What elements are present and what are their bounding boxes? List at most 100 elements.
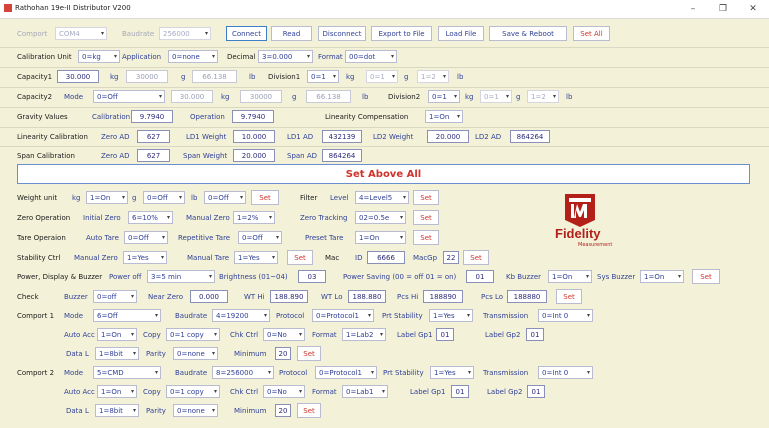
c2-min-field[interactable]: 20	[275, 404, 291, 417]
maximize-icon[interactable]: ❐	[711, 2, 735, 16]
comport-select[interactable]: COM4 ▾	[55, 27, 107, 40]
disconnect-button[interactable]: Disconnect	[318, 26, 366, 41]
c2-mode-select[interactable]: 5=CMD ▾	[93, 366, 161, 379]
division1-kg-select[interactable]: 0=1 ▾	[307, 70, 339, 83]
sys-buzzer-select[interactable]: 1=On ▾	[640, 270, 684, 283]
wt-lo-field[interactable]: 188.880	[348, 290, 386, 303]
tare-set-button[interactable]: Set	[413, 230, 439, 245]
capacity1-kg-field[interactable]: 30.000	[57, 70, 99, 83]
load-file-button[interactable]: Load File	[438, 26, 484, 41]
application-select[interactable]: 0=none ▾	[168, 50, 218, 63]
baud-select[interactable]: 256000 ▾	[159, 27, 211, 40]
capacity2-kg-field[interactable]: 30.000	[171, 90, 213, 103]
ld2-weight-field[interactable]: 20.000	[427, 130, 469, 143]
c1-baud-select[interactable]: 4=19200 ▾	[212, 309, 270, 322]
span-ad-field[interactable]: 864264	[322, 149, 362, 162]
macgp-field[interactable]: 22	[443, 251, 459, 264]
gravity-op-field[interactable]: 9.7940	[232, 110, 274, 123]
division2-g-select[interactable]: 0=1 ▾	[480, 90, 512, 103]
filter-level-select[interactable]: 4=Level5 ▾	[355, 191, 409, 204]
rep-tare-select[interactable]: 0=Off ▾	[238, 231, 282, 244]
c2-protocol-select[interactable]: 0=Protocol1 ▾	[315, 366, 377, 379]
c2-datal-select[interactable]: 1=8bit ▾	[95, 404, 139, 417]
c1-parity-select[interactable]: 0=none ▾	[173, 347, 218, 360]
weight-unit-set-button[interactable]: Set	[251, 190, 279, 205]
weight-lb-select[interactable]: 0=Off ▾	[204, 191, 246, 204]
check-buzzer-select[interactable]: 0=off ▾	[93, 290, 137, 303]
ld1-ad-field[interactable]: 432139	[322, 130, 362, 143]
c1-set-button[interactable]: Set	[297, 346, 321, 361]
zero-tracking-select[interactable]: 02=0.5e ▾	[355, 211, 406, 224]
decimal-select[interactable]: 3=0.000 ▾	[258, 50, 313, 63]
export-button[interactable]: Export to File	[371, 26, 432, 41]
capacity2-lb-field[interactable]: 66.138	[306, 90, 351, 103]
c1-prt-select[interactable]: 1=Yes ▾	[429, 309, 473, 322]
division2-kg-select[interactable]: 0=1 ▾	[428, 90, 460, 103]
mac-set-button[interactable]: Set	[463, 250, 489, 265]
stab-manual-zero-select[interactable]: 1=Yes ▾	[123, 251, 167, 264]
power-off-select[interactable]: 3=5 min ▾	[147, 270, 215, 283]
c2-trans-select[interactable]: 0=Int 0 ▾	[538, 366, 593, 379]
c2-chk-select[interactable]: 0=No ▾	[263, 385, 305, 398]
check-set-button[interactable]: Set	[556, 289, 582, 304]
gravity-cal-field[interactable]: 9.7940	[131, 110, 173, 123]
cal-unit-select[interactable]: 0=kg ▾	[78, 50, 120, 63]
c1-min-field[interactable]: 20	[275, 347, 291, 360]
set-above-all-button[interactable]: Set Above All	[17, 164, 750, 184]
capacity2-g-field[interactable]: 30000	[240, 90, 282, 103]
c1-chk-select[interactable]: 0=No ▾	[263, 328, 305, 341]
pcs-hi-field[interactable]: 188890	[423, 290, 463, 303]
c2-set-button[interactable]: Set	[297, 403, 321, 418]
minimize-icon[interactable]: –	[681, 2, 705, 16]
initial-zero-select[interactable]: 6=10% ▾	[128, 211, 173, 224]
lin-comp-select[interactable]: 1=On ▾	[425, 110, 463, 123]
c2-gp1-field[interactable]: 01	[451, 385, 469, 398]
c1-format-select[interactable]: 1=Lab2 ▾	[342, 328, 386, 341]
division1-g-select[interactable]: 0=1 ▾	[366, 70, 398, 83]
stab-manual-tare-select[interactable]: 1=Yes ▾	[234, 251, 278, 264]
power-set-button[interactable]: Set	[692, 269, 720, 284]
pcs-lo-field[interactable]: 188880	[507, 290, 547, 303]
division2-lb-select[interactable]: 1=2 ▾	[527, 90, 559, 103]
brightness-field[interactable]: 03	[298, 270, 326, 283]
c2-format-select[interactable]: 0=Lab1 ▾	[342, 385, 388, 398]
read-button[interactable]: Read	[271, 26, 312, 41]
save-reboot-button[interactable]: Save & Reboot	[489, 26, 567, 41]
span-zero-field[interactable]: 627	[137, 149, 170, 162]
set-all-button[interactable]: Set All	[573, 26, 610, 41]
auto-tare-select[interactable]: 0=Off ▾	[124, 231, 168, 244]
capacity1-g-field[interactable]: 30000	[126, 70, 168, 83]
c2-baud-select[interactable]: 8=256000 ▾	[212, 366, 274, 379]
connect-button[interactable]: Connect	[226, 26, 267, 41]
weight-kg-select[interactable]: 1=On ▾	[86, 191, 128, 204]
division1-lb-select[interactable]: 1=2 ▾	[417, 70, 449, 83]
stability-set-button[interactable]: Set	[287, 250, 313, 265]
c1-gp2-field[interactable]: 01	[526, 328, 544, 341]
zero-op-set-button[interactable]: Set	[413, 210, 439, 225]
near-zero-field[interactable]: 0.000	[190, 290, 228, 303]
format-select[interactable]: 00=dot ▾	[345, 50, 397, 63]
ld2-ad-field[interactable]: 864264	[510, 130, 550, 143]
preset-tare-select[interactable]: 1=On ▾	[355, 231, 406, 244]
c2-parity-select[interactable]: 0=none ▾	[173, 404, 218, 417]
c1-datal-select[interactable]: 1=8bit ▾	[95, 347, 139, 360]
c2-autoacc-select[interactable]: 1=On ▾	[97, 385, 137, 398]
c1-trans-select[interactable]: 0=Int 0 ▾	[538, 309, 593, 322]
c2-copy-select[interactable]: 0=1 copy ▾	[166, 385, 220, 398]
capacity1-lb-field[interactable]: 66.138	[192, 70, 237, 83]
c2-prt-select[interactable]: 1=Yes ▾	[430, 366, 474, 379]
c1-autoacc-select[interactable]: 1=On ▾	[97, 328, 137, 341]
manual-zero-select[interactable]: 1=2% ▾	[233, 211, 275, 224]
power-saving-field[interactable]: 01	[466, 270, 494, 283]
c1-copy-select[interactable]: 0=1 copy ▾	[166, 328, 220, 341]
ld1-weight-field[interactable]: 10.000	[233, 130, 275, 143]
close-icon[interactable]: ✕	[741, 2, 765, 16]
filter-set-button[interactable]: Set	[413, 190, 439, 205]
capacity2-mode-select[interactable]: 0=Off ▾	[93, 90, 165, 103]
c1-protocol-select[interactable]: 0=Protocol1 ▾	[312, 309, 374, 322]
kb-buzzer-select[interactable]: 1=On ▾	[548, 270, 592, 283]
lin-zero-field[interactable]: 627	[137, 130, 170, 143]
weight-g-select[interactable]: 0=Off ▾	[143, 191, 185, 204]
c1-mode-select[interactable]: 6=Off ▾	[93, 309, 161, 322]
span-weight-field[interactable]: 20.000	[233, 149, 275, 162]
